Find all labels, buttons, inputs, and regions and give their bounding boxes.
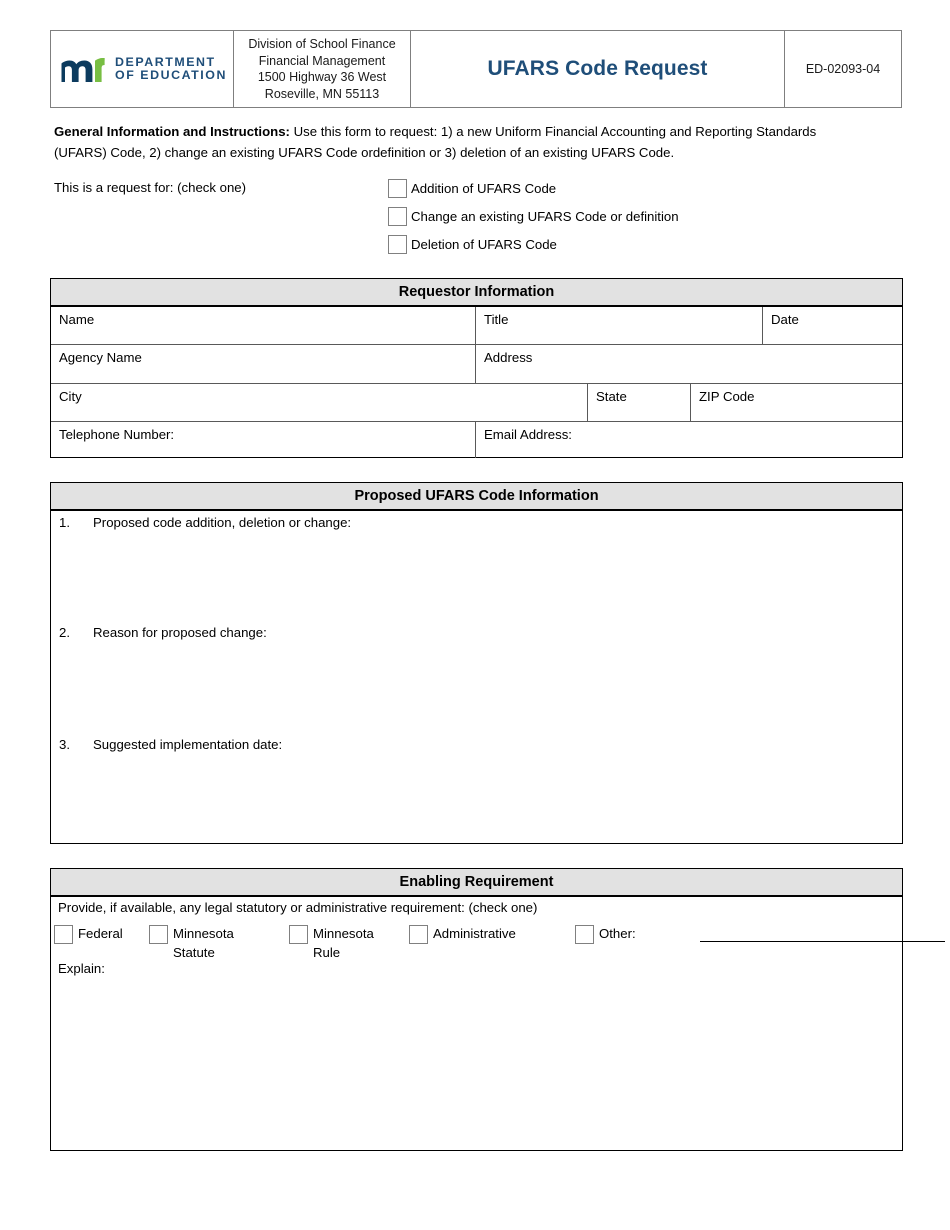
request-option-deletion[interactable]: Deletion of UFARS Code [388,235,679,263]
requestor-information-section: Requestor Information Name Title Date Ag… [50,278,903,458]
field-name-label: Name [59,312,95,327]
checkbox-change-icon[interactable] [388,207,407,226]
field-email-address[interactable]: Email Address: [476,422,901,458]
proposed-information-section: Proposed UFARS Code Information 1. Propo… [50,482,903,844]
enabling-requirement-heading: Enabling Requirement [51,869,902,897]
document-page: DEPARTMENT OF EDUCATION Division of Scho… [0,0,950,1230]
enabling-option-other[interactable]: Other: [575,924,636,944]
proposed-item-1-number: 1. [59,515,70,530]
general-instructions: General Information and Instructions: Us… [54,122,854,163]
proposed-item-2[interactable]: 2. Reason for proposed change: [59,625,267,640]
address-line-street: 1500 Highway 36 West [257,70,387,84]
field-state[interactable]: State [588,384,691,421]
address-line-management: Financial Management [258,53,386,68]
field-city-label: City [59,389,82,404]
enabling-option-other-label: Other: [599,926,636,941]
checkbox-minnesota-statute-icon[interactable] [149,925,168,944]
field-address[interactable]: Address [476,345,901,383]
form-title: UFARS Code Request [487,57,708,80]
proposed-item-3-number: 3. [59,737,70,752]
field-agency-name[interactable]: Agency Name [51,345,476,383]
request-option-addition[interactable]: Addition of UFARS Code [388,179,679,207]
enabling-option-minnesota-rule-label: Minnesota Rule [313,926,374,960]
enabling-requirement-options: Federal Minnesota Statute Minnesota Rule… [54,924,945,976]
proposed-item-2-number: 2. [59,625,70,640]
request-option-addition-label: Addition of UFARS Code [411,181,557,196]
requestor-information-heading: Requestor Information [51,279,902,307]
address-line-city-state-zip: Roseville, MN 55113 [264,86,380,101]
enabling-option-minnesota-statute[interactable]: Minnesota Statute [149,924,259,962]
field-date[interactable]: Date [763,307,901,344]
proposed-item-1-label: Proposed code addition, deletion or chan… [93,515,352,530]
field-telephone-number[interactable]: Telephone Number: [51,422,476,458]
logo-line-education: OF EDUCATION [115,68,227,82]
field-email-address-label: Email Address: [484,427,572,442]
table-row: Name Title Date [51,307,902,345]
field-agency-name-label: Agency Name [59,350,142,365]
request-option-change-label: Change an existing UFARS Code or definit… [411,209,679,224]
field-city[interactable]: City [51,384,588,421]
request-option-change[interactable]: Change an existing UFARS Code or definit… [388,207,679,235]
checkbox-administrative-icon[interactable] [409,925,428,944]
explain-label: Explain: [58,961,105,976]
request-option-deletion-label: Deletion of UFARS Code [411,237,557,252]
field-state-label: State [596,389,627,404]
header-form-id-cell: ED-02093-04 [784,30,902,108]
checkbox-deletion-icon[interactable] [388,235,407,254]
enabling-option-federal-label: Federal [78,926,123,941]
checkbox-federal-icon[interactable] [54,925,73,944]
enabling-option-minnesota-statute-label: Minnesota Statute [173,926,234,960]
enabling-option-other-input[interactable] [700,941,945,942]
mde-logo: DEPARTMENT OF EDUCATION [57,56,227,83]
request-for-label: This is a request for: (check one) [54,180,247,195]
table-row: Agency Name Address [51,345,902,384]
mde-logo-wordmark: DEPARTMENT OF EDUCATION [115,56,227,82]
header-logo-cell: DEPARTMENT OF EDUCATION [50,30,234,108]
field-address-label: Address [484,350,533,365]
enabling-option-minnesota-rule[interactable]: Minnesota Rule [289,924,399,962]
checkbox-addition-icon[interactable] [388,179,407,198]
header-address-cell: Division of School Finance Financial Man… [233,30,411,108]
address-line-division: Division of School Finance [248,37,396,51]
proposed-item-1[interactable]: 1. Proposed code addition, deletion or c… [59,515,351,530]
proposed-item-2-label: Reason for proposed change: [93,625,267,640]
proposed-item-3-label: Suggested implementation date: [93,737,283,752]
field-title[interactable]: Title [476,307,763,344]
general-instructions-label: General Information and Instructions: [54,124,290,139]
enabling-option-federal[interactable]: Federal [54,924,123,944]
field-telephone-number-label: Telephone Number: [59,427,175,442]
table-row: City State ZIP Code [51,384,902,422]
form-id: ED-02093-04 [805,62,881,76]
enabling-requirement-section: Enabling Requirement Provide, if availab… [50,868,945,1151]
enabling-option-administrative[interactable]: Administrative [409,924,516,944]
proposed-information-heading: Proposed UFARS Code Information [51,483,902,511]
field-date-label: Date [771,312,799,327]
minnesota-mn-logo-icon [61,57,105,82]
field-zip-code[interactable]: ZIP Code [691,384,901,421]
checkbox-minnesota-rule-icon[interactable] [289,925,308,944]
document-header-table: DEPARTMENT OF EDUCATION Division of Scho… [50,30,903,108]
field-title-label: Title [484,312,509,327]
field-zip-code-label: ZIP Code [699,389,755,404]
header-title-cell: UFARS Code Request [410,30,785,108]
table-row: Telephone Number: Email Address: [51,422,902,458]
enabling-requirement-intro: Provide, if available, any legal statuto… [58,900,538,915]
request-for-options: Addition of UFARS Code Change an existin… [388,179,679,263]
enabling-option-administrative-label: Administrative [433,926,516,941]
field-name[interactable]: Name [51,307,476,344]
checkbox-other-icon[interactable] [575,925,594,944]
proposed-item-3[interactable]: 3. Suggested implementation date: [59,737,282,752]
